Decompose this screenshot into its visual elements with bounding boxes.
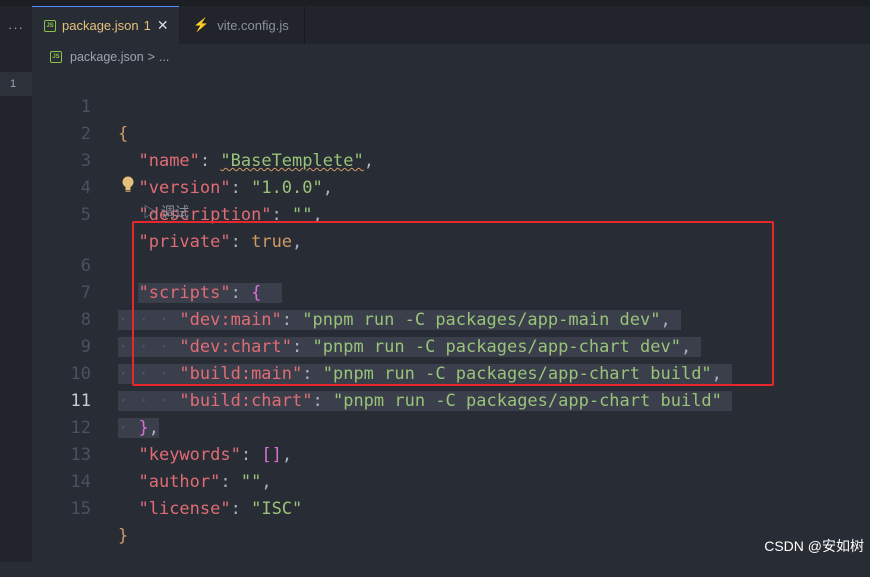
activity-bar: ··· 1 <box>0 6 32 562</box>
close-icon[interactable]: ✕ <box>157 17 169 34</box>
lightning-icon: ⚡ <box>193 17 210 32</box>
breadcrumb: JS package.json > ... <box>50 47 169 67</box>
lightbulb-icon[interactable] <box>120 175 136 195</box>
tab-label: vite.config.js <box>217 17 289 33</box>
code-line: 3 "version": "1.0.0", <box>32 121 870 198</box>
line-number: 5 <box>80 205 91 225</box>
json-file-icon: JS <box>44 19 56 32</box>
breadcrumb-more[interactable]: ... <box>159 50 169 64</box>
code-line: 13 "author": "", <box>32 415 870 492</box>
breadcrumb-file[interactable]: package.json <box>70 50 144 64</box>
tab-bar: JS package.json 1 ✕ ⚡ vite.config.js <box>32 6 870 44</box>
debug-codelens[interactable]: ▷ 调试 <box>143 203 189 221</box>
json-file-icon: JS <box>50 51 62 63</box>
code-line: 4 "description": "", <box>32 148 870 225</box>
code-line: 14 "license": "ISC" <box>32 442 870 519</box>
code-line: 5 "private": true, <box>32 175 870 252</box>
problem-count-badge: 1 <box>143 18 151 33</box>
line-number: 15 <box>70 499 91 519</box>
tab-label: package.json <box>62 18 139 33</box>
breadcrumb-separator: > <box>147 50 155 64</box>
scripts-highlight-box <box>132 221 774 386</box>
tab-vite-config[interactable]: ⚡ vite.config.js <box>179 6 305 44</box>
code-line: 2 "name": "BaseTemplete", <box>32 94 870 171</box>
problems-badge[interactable]: 1 <box>0 72 32 96</box>
code-line: 1 { <box>32 67 870 144</box>
more-actions-icon[interactable]: ··· <box>0 20 32 35</box>
watermark: CSDN @安如树 <box>764 538 864 554</box>
code-line: 12 "keywords": [], <box>32 388 870 465</box>
code-line: 15 } <box>32 469 870 546</box>
tab-package-json[interactable]: JS package.json 1 ✕ <box>32 6 179 44</box>
